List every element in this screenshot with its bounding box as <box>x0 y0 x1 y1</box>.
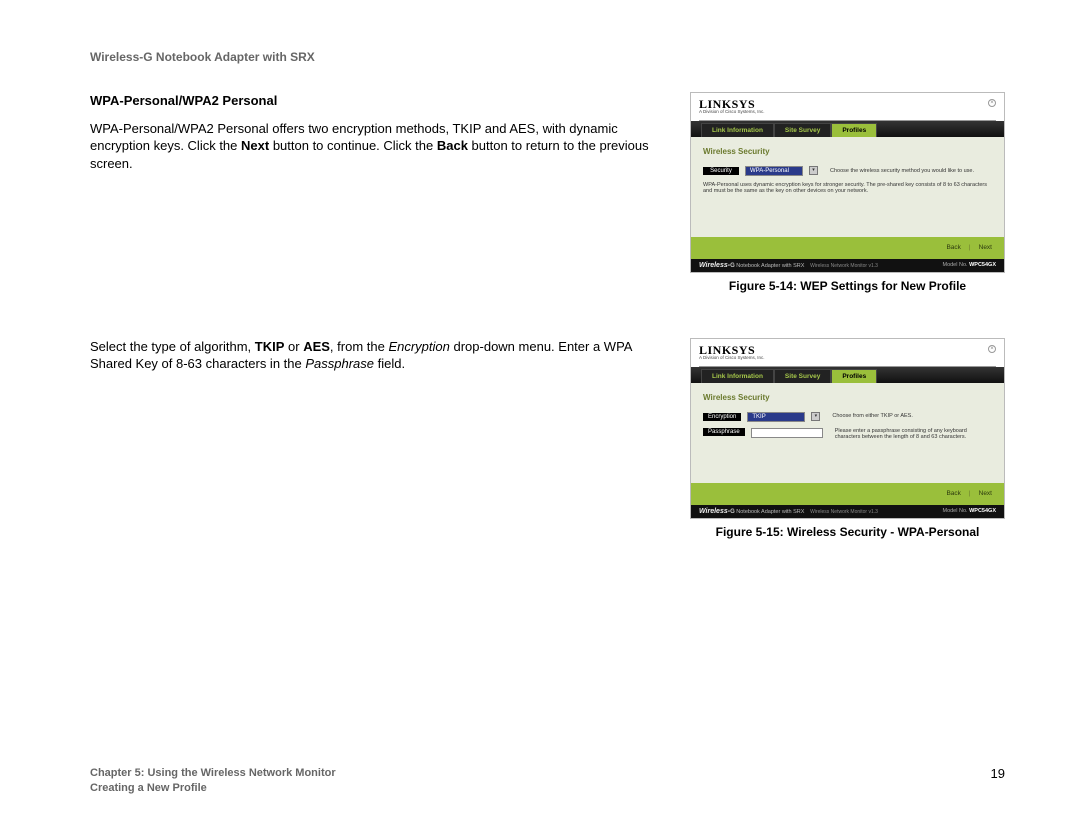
page-footer-left: Chapter 5: Using the Wireless Network Mo… <box>90 766 336 796</box>
ft2-mdl-lbl: Model No. <box>942 508 967 514</box>
p2-pass: Passphrase <box>305 356 374 371</box>
panel2-footer-right: Model No. WPC54GX <box>942 508 996 514</box>
ft2-wl: Wireless- <box>699 508 730 515</box>
panel1-body-title: Wireless Security <box>703 147 992 156</box>
passphrase-label: Passphrase <box>703 428 745 436</box>
p2-a: Select the type of algorithm, <box>90 339 255 354</box>
nav-sep-2: | <box>969 490 971 497</box>
p2-d: field. <box>374 356 405 371</box>
logo-subtext: A Division of Cisco Systems, Inc. <box>699 110 765 114</box>
encryption-label: Encryption <box>703 413 741 421</box>
panel2-nav-bar: Back | Next <box>691 483 1004 505</box>
encryption-hint: Choose from either TKIP or AES. <box>832 413 992 420</box>
panel2-tabs: Link Information Site Survey Profiles <box>691 367 1004 383</box>
text-column-1: WPA-Personal/WPA2 Personal WPA-Personal/… <box>90 92 665 172</box>
security-field-row: Security WPA-Personal ▾ Choose the wirele… <box>703 166 992 176</box>
ft2-rest: Notebook Adapter with SRX <box>735 509 805 515</box>
ft-mdl: WPC54GX <box>969 262 996 268</box>
footer-subsection: Creating a New Profile <box>90 781 336 796</box>
passphrase-hint: Please enter a passphrase consisting of … <box>835 428 992 441</box>
nav-back-button-2[interactable]: Back <box>946 490 960 497</box>
p2-enc: Encryption <box>388 339 449 354</box>
panel1-body: Wireless Security Security WPA-Personal ▾… <box>691 137 1004 237</box>
content-row-2: Select the type of algorithm, TKIP or AE… <box>90 338 1005 539</box>
paragraph-2: Select the type of algorithm, TKIP or AE… <box>90 338 665 373</box>
ft-rest: Notebook Adapter with SRX <box>735 263 805 269</box>
p2-aes: AES <box>303 339 330 354</box>
figure-1-caption: Figure 5-14: WEP Settings for New Profil… <box>690 279 1005 293</box>
section-heading: WPA-Personal/WPA2 Personal <box>90 92 665 110</box>
panel2-body-title: Wireless Security <box>703 393 992 402</box>
ft-mdl-lbl: Model No. <box>942 262 967 268</box>
panel1-nav-bar: Back | Next <box>691 237 1004 259</box>
linksys-logo-2: LINKSYS A Division of Cisco Systems, Inc… <box>699 345 765 360</box>
close-icon-2[interactable]: × <box>988 345 996 353</box>
passphrase-input[interactable] <box>751 428 823 438</box>
security-hint: Choose the wireless security method you … <box>830 168 992 175</box>
panel2-footer: Wireless-G Notebook Adapter with SRX Wir… <box>691 505 1004 518</box>
nav-next-button[interactable]: Next <box>979 244 992 251</box>
linksys-panel-2: LINKSYS A Division of Cisco Systems, Inc… <box>690 338 1005 519</box>
encryption-select[interactable]: TKIP <box>747 412 805 422</box>
ft-wl: Wireless- <box>699 262 730 269</box>
p1-next: Next <box>241 138 269 153</box>
encryption-field-row: Encryption TKIP ▾ Choose from either TKIP… <box>703 412 992 422</box>
footer-chapter: Chapter 5: Using the Wireless Network Mo… <box>90 766 336 781</box>
p2-b: , from the <box>330 339 389 354</box>
paragraph-1: WPA-Personal/WPA2 Personal offers two en… <box>90 120 665 173</box>
nav-sep: | <box>969 244 971 251</box>
panel1-tabs: Link Information Site Survey Profiles <box>691 121 1004 137</box>
ft-ver: Wireless Network Monitor v1.3 <box>810 263 878 269</box>
linksys-panel-1: LINKSYS A Division of Cisco Systems, Inc… <box>690 92 1005 273</box>
panel1-footer-right: Model No. WPC54GX <box>942 262 996 268</box>
logo-subtext-2: A Division of Cisco Systems, Inc. <box>699 356 765 360</box>
tab-site-survey[interactable]: Site Survey <box>774 123 831 137</box>
security-label: Security <box>703 167 739 175</box>
doc-header-title: Wireless-G Notebook Adapter with SRX <box>90 50 1005 64</box>
passphrase-field-row: Passphrase Please enter a passphrase con… <box>703 428 992 441</box>
close-icon[interactable]: × <box>988 99 996 107</box>
linksys-logo: LINKSYS A Division of Cisco Systems, Inc… <box>699 99 765 114</box>
p1-b: button to continue. Click the <box>269 138 437 153</box>
p1-back: Back <box>437 138 468 153</box>
p2-tkip: TKIP <box>255 339 285 354</box>
figure-1-column: LINKSYS A Division of Cisco Systems, Inc… <box>690 92 1005 293</box>
text-column-2: Select the type of algorithm, TKIP or AE… <box>90 338 665 373</box>
panel2-footer-left: Wireless-G Notebook Adapter with SRX Wir… <box>699 508 878 515</box>
tab-site-survey-2[interactable]: Site Survey <box>774 369 831 383</box>
tab-profiles-2[interactable]: Profiles <box>831 369 877 383</box>
page-number: 19 <box>991 766 1005 796</box>
security-select[interactable]: WPA-Personal <box>745 166 803 176</box>
page-footer: Chapter 5: Using the Wireless Network Mo… <box>90 766 1005 796</box>
nav-back-button[interactable]: Back <box>946 244 960 251</box>
figure-2-caption: Figure 5-15: Wireless Security - WPA-Per… <box>690 525 1005 539</box>
tab-link-information[interactable]: Link Information <box>701 123 774 137</box>
panel1-top: LINKSYS A Division of Cisco Systems, Inc… <box>691 93 1004 120</box>
p2-or: or <box>284 339 303 354</box>
tab-link-information-2[interactable]: Link Information <box>701 369 774 383</box>
panel2-body: Wireless Security Encryption TKIP ▾ Choos… <box>691 383 1004 483</box>
tab-profiles[interactable]: Profiles <box>831 123 877 137</box>
panel1-note: WPA-Personal uses dynamic encryption key… <box>703 182 992 195</box>
ft2-ver: Wireless Network Monitor v1.3 <box>810 509 878 515</box>
figure-2-column: LINKSYS A Division of Cisco Systems, Inc… <box>690 338 1005 539</box>
dropdown-arrow-icon[interactable]: ▾ <box>809 166 818 175</box>
content-row-1: WPA-Personal/WPA2 Personal WPA-Personal/… <box>90 92 1005 293</box>
panel2-top: LINKSYS A Division of Cisco Systems, Inc… <box>691 339 1004 366</box>
dropdown-arrow-icon-2[interactable]: ▾ <box>811 412 820 421</box>
ft2-mdl: WPC54GX <box>969 508 996 514</box>
panel1-footer: Wireless-G Notebook Adapter with SRX Wir… <box>691 259 1004 272</box>
nav-next-button-2[interactable]: Next <box>979 490 992 497</box>
panel1-footer-left: Wireless-G Notebook Adapter with SRX Wir… <box>699 262 878 269</box>
